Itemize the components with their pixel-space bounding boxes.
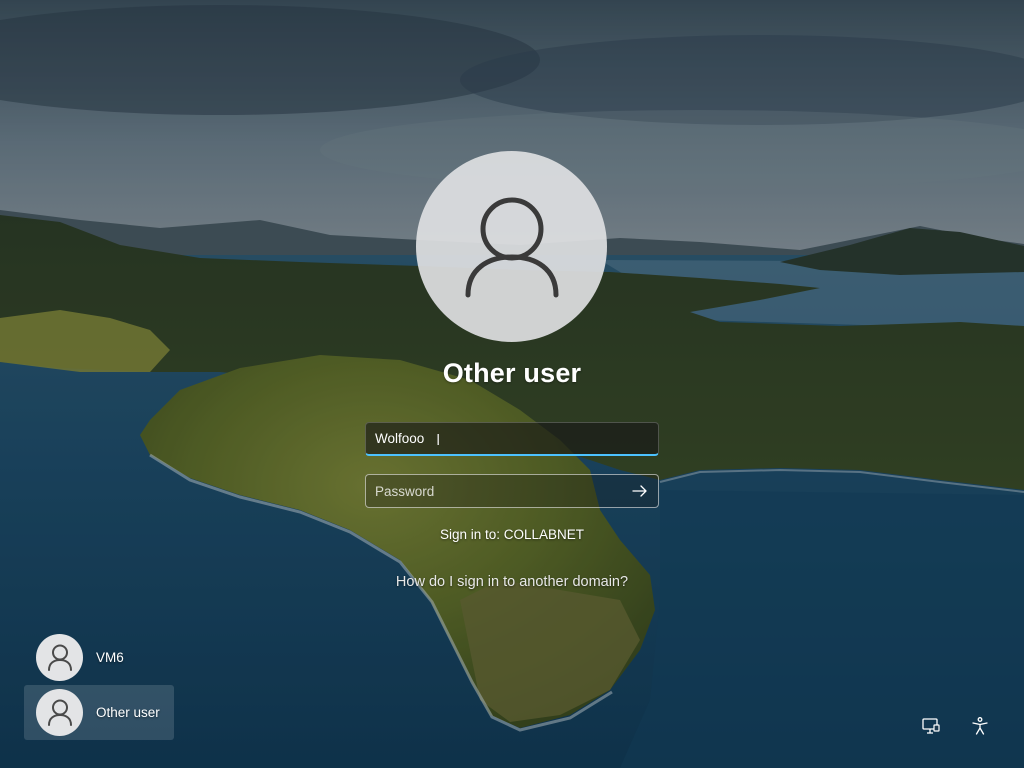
user-switcher: VM6 Other user xyxy=(24,630,174,740)
submit-button[interactable] xyxy=(630,482,650,500)
user-item-other-user[interactable]: Other user xyxy=(24,685,174,740)
avatar xyxy=(36,689,83,736)
person-outline-icon xyxy=(465,197,558,297)
avatar xyxy=(36,634,83,681)
person-outline-icon xyxy=(47,699,72,726)
user-item-vm6[interactable]: VM6 xyxy=(24,630,174,685)
person-outline-icon xyxy=(47,644,72,671)
network-button[interactable] xyxy=(919,714,943,738)
user-item-label: VM6 xyxy=(96,650,124,665)
username-field[interactable]: I xyxy=(365,422,659,456)
accessibility-button[interactable] xyxy=(968,714,992,738)
lock-screen: Other user I Sign in to: COLLABNET How d… xyxy=(0,0,1024,768)
user-display-name: Other user xyxy=(442,358,582,388)
password-input[interactable] xyxy=(366,475,658,507)
password-field[interactable] xyxy=(365,474,659,508)
domain-help-link[interactable]: How do I sign in to another domain? xyxy=(0,574,1024,590)
arrow-right-icon xyxy=(632,485,647,497)
username-input[interactable] xyxy=(366,423,658,454)
network-icon xyxy=(922,718,940,734)
accessibility-icon xyxy=(972,717,988,735)
user-item-label: Other user xyxy=(96,705,160,720)
sign-in-domain-label: Sign in to: COLLABNET xyxy=(439,527,585,542)
user-avatar-large xyxy=(416,151,607,342)
